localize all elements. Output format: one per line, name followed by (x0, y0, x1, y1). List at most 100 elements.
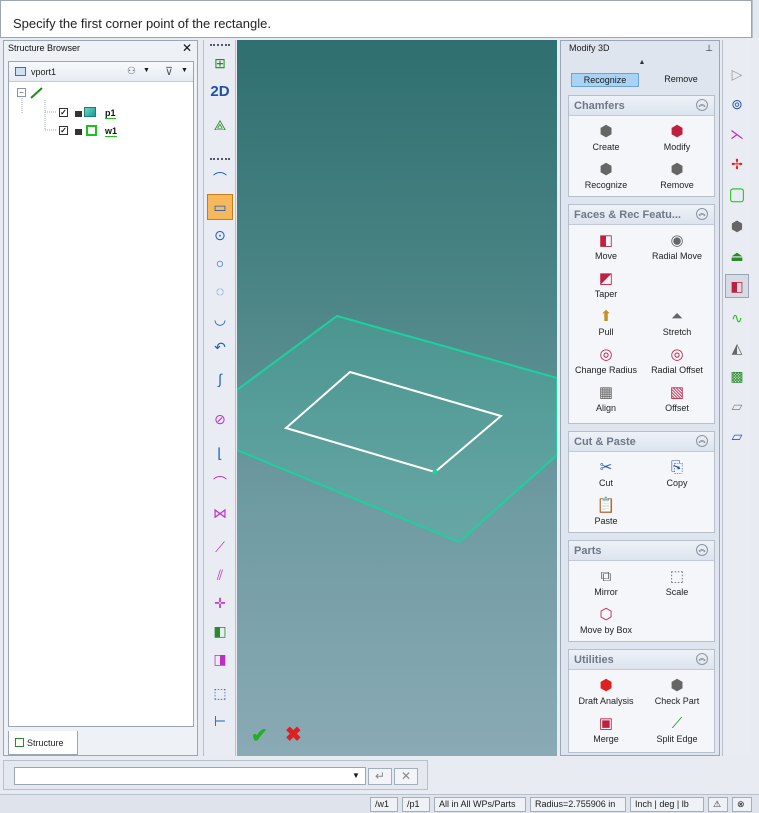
tree-node-w1[interactable]: ✓ w1 (9, 124, 195, 138)
group-header[interactable]: Utilities ︽ (569, 650, 714, 670)
status-part[interactable]: /p1 (402, 797, 430, 812)
workplane-transform-icon[interactable]: ⟁ (207, 112, 233, 138)
close-icon[interactable]: ✕ (182, 41, 192, 55)
surface-icon[interactable]: ◭ (725, 336, 749, 360)
line-icon[interactable]: ⟋ (207, 534, 233, 560)
radial-offset-icon: ◎ (670, 346, 684, 363)
scale-button[interactable]: ⬚ Scale (642, 565, 712, 603)
blend-icon[interactable]: ✢ (725, 152, 749, 176)
radial-move-button[interactable]: ◉ Radial Move (642, 229, 712, 267)
solid-box-icon[interactable]: ⬢ (725, 214, 749, 238)
chamfer-edge-icon[interactable]: ⋋ (725, 122, 749, 146)
mirror-line-icon[interactable]: ◧ (207, 618, 233, 644)
align-button[interactable]: ▦ Align (571, 381, 641, 419)
collapse-icon[interactable]: ︽ (696, 208, 708, 220)
circle-center-icon[interactable]: ⊙ (207, 222, 233, 248)
mirror-point-icon[interactable]: ◨ (207, 646, 233, 672)
recognize-button[interactable]: Recognize (571, 73, 639, 87)
pull-button[interactable]: ⬆ Pull (571, 305, 641, 343)
play-icon[interactable]: ▷ (725, 62, 749, 86)
offset-button[interactable]: ▧ Offset (642, 381, 712, 419)
status-selection-scope[interactable]: All in All WPs/Parts (434, 797, 526, 812)
fillet-edge-icon[interactable]: ⊚ (725, 92, 749, 116)
fillet-icon[interactable]: ⌒ (207, 470, 233, 496)
structure-tree-icon[interactable]: ⊞ (207, 50, 233, 76)
chamfer-create-button[interactable]: ⬢ Create (571, 120, 641, 158)
tab-structure[interactable]: Structure (8, 731, 78, 755)
taper-button[interactable]: ◩ Taper (571, 267, 641, 305)
polyline-icon[interactable]: ⌒ (207, 166, 233, 192)
curve-icon[interactable]: ∿ (725, 306, 749, 330)
prompt-scrollbar[interactable] (752, 0, 759, 38)
trim-icon[interactable]: ⋈ (207, 500, 233, 526)
modify3d-icon[interactable]: ◧ (725, 274, 749, 298)
radial-offset-button[interactable]: ◎ Radial Offset (642, 343, 712, 381)
disabled-icon[interactable]: ⊗ (732, 797, 752, 812)
group-header[interactable]: Parts ︽ (569, 541, 714, 561)
arc-icon[interactable]: ◡ (207, 306, 233, 332)
group-header[interactable]: Faces & Rec Featu... ︽ (569, 205, 714, 225)
group-header[interactable]: Cut & Paste ︽ (569, 432, 714, 452)
lock-icon[interactable] (75, 111, 82, 117)
change-radius-button[interactable]: ◎ Change Radius (571, 343, 641, 381)
pin-icon[interactable]: ⊥ (705, 43, 713, 54)
face-move-button[interactable]: ◧ Move (571, 229, 641, 267)
stretch-button[interactable]: ⏶ Stretch (642, 305, 712, 343)
collapse-icon[interactable]: ︽ (696, 99, 708, 111)
paste-button[interactable]: 📋 Paste (571, 494, 641, 532)
dimension-icon[interactable]: ⊢ (207, 708, 233, 734)
scroll-up-icon[interactable]: ▲ (569, 59, 715, 69)
draft-analysis-button[interactable]: ⬢ Draft Analysis (571, 674, 641, 712)
cancel-command-button[interactable]: ✕ (394, 768, 418, 785)
visibility-checkbox[interactable]: ✓ (59, 108, 68, 117)
box-select-icon[interactable]: ⬚ (207, 680, 233, 706)
annotation-icon[interactable]: ▱ (725, 394, 749, 418)
status-workplane[interactable]: /w1 (370, 797, 398, 812)
check-part-button[interactable]: ⬢ Check Part (642, 674, 712, 712)
chamfer-modify-button[interactable]: ⬢ Modify (642, 120, 712, 158)
circle-tangent-icon[interactable]: ◌ (207, 278, 233, 304)
green-square-icon[interactable]: ▢ (725, 182, 749, 206)
corner-trim-icon[interactable]: ⌊ (207, 440, 233, 466)
arc-tangent-icon[interactable]: ↶ (207, 334, 233, 360)
cancel-button[interactable]: ✖ (285, 722, 302, 747)
structure-tab-icon (15, 738, 24, 747)
slot-icon[interactable]: ⊘ (207, 406, 233, 432)
confirm-button[interactable]: ✔ (251, 723, 268, 748)
toolbar-grip[interactable] (210, 158, 230, 161)
rectangle-icon[interactable]: ▭ (207, 194, 233, 220)
visibility-checkbox[interactable]: ✓ (59, 126, 68, 135)
collapse-icon[interactable]: ︽ (696, 544, 708, 556)
chevron-down-icon[interactable]: ▼ (352, 771, 360, 780)
spline-icon[interactable]: ∫ (207, 366, 233, 392)
merge-button[interactable]: ▣ Merge (571, 712, 641, 750)
break-icon[interactable]: ✛ (207, 590, 233, 616)
collapse-icon[interactable]: ︽ (696, 435, 708, 447)
lock-icon[interactable] (75, 129, 82, 135)
group-header[interactable]: Chamfers ︽ (569, 96, 714, 116)
move-by-box-button[interactable]: ⬡ Move by Box (571, 603, 641, 641)
check-part-icon: ⬢ (670, 677, 684, 694)
circle-icon[interactable]: ○ (207, 250, 233, 276)
chamfer-remove-button[interactable]: ⬢ Remove (642, 158, 712, 196)
command-input[interactable] (14, 767, 366, 785)
split-edge-icon: ⟋ (671, 715, 683, 732)
remove-button[interactable]: Remove (651, 73, 711, 87)
3d-viewport[interactable]: ✔ ✖ (237, 40, 557, 756)
status-units[interactable]: Inch | deg | lb (630, 797, 704, 812)
copy-button[interactable]: ⎘ Copy (642, 456, 712, 494)
tree-node-p1[interactable]: ✓ p1 (9, 106, 195, 120)
parallel-lines-icon[interactable]: ⫽ (207, 562, 233, 588)
cut-button[interactable]: ✂ Cut (571, 456, 641, 494)
split-edge-button[interactable]: ⟋ Split Edge (642, 712, 712, 750)
balloon-icon[interactable]: ▱ (725, 424, 749, 448)
collapse-icon[interactable]: ︽ (696, 653, 708, 665)
enter-button[interactable]: ↵ (368, 768, 392, 785)
chamfer-recognize-button[interactable]: ⬢ Recognize (571, 158, 641, 196)
mode-2d-button[interactable]: 2D (207, 78, 233, 104)
warning-icon[interactable]: ⚠ (708, 797, 728, 812)
toolbar-grip[interactable] (210, 44, 230, 47)
mirror-button[interactable]: ⧉ Mirror (571, 565, 641, 603)
mesh-icon[interactable]: ▩ (725, 364, 749, 388)
extrude-icon[interactable]: ⏏ (725, 244, 749, 268)
